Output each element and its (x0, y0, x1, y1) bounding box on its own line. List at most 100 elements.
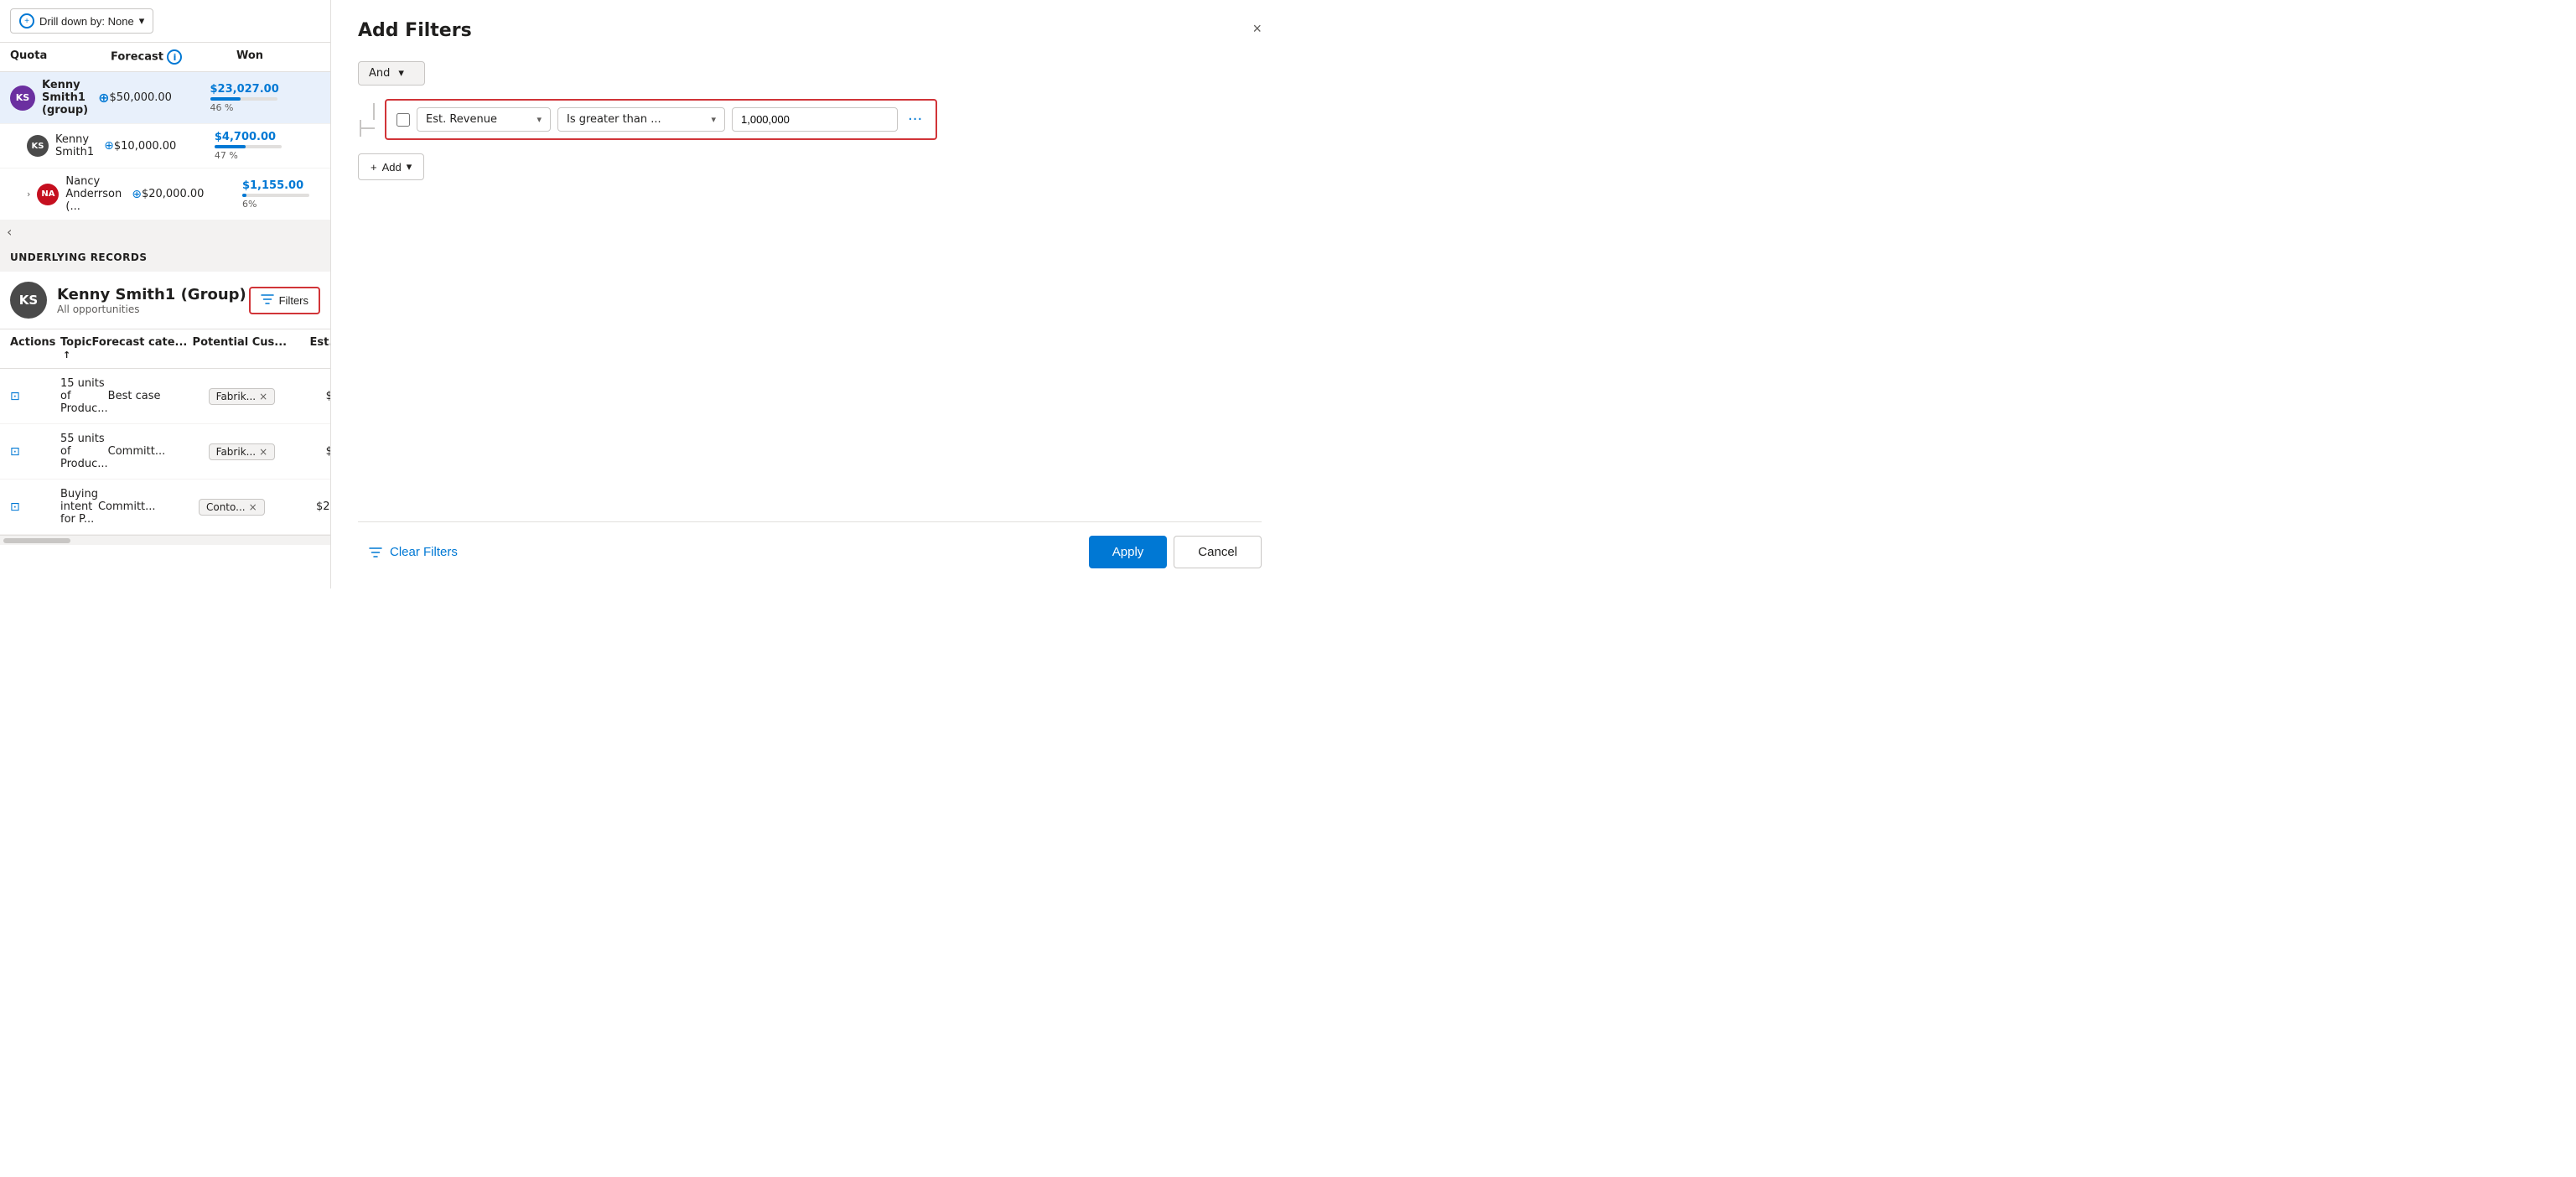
row-title: Nancy Anderrson (... (65, 175, 122, 213)
col-topic: Topic ↑ (60, 336, 92, 361)
forecast-cat-cell: Committ... (108, 445, 209, 458)
avatar: KS (10, 86, 35, 111)
open-record-icon[interactable]: ⊡ (10, 445, 20, 459)
filter-field-select[interactable]: Est. Revenue ▾ (417, 107, 551, 132)
bottom-actions: Clear Filters Apply Cancel (358, 521, 1262, 568)
filter-row: Est. Revenue ▾ Is greater than ... ▾ ··· (385, 99, 937, 140)
underlying-table-header: Actions Topic ↑ Forecast cate... Potenti… (0, 329, 330, 369)
forecast-cat-cell: Committ... (98, 500, 199, 513)
forecast-cell: $23,027.00 46 % (210, 83, 332, 113)
close-button[interactable]: × (1246, 17, 1268, 41)
open-record-icon[interactable]: ⊡ (10, 390, 20, 403)
row-title: Kenny Smith1 (group) (42, 79, 88, 117)
add-icon[interactable]: ⊕ (98, 90, 109, 106)
forecast-cell: $4,700.00 47 % (215, 131, 331, 161)
col-header-won: Won (236, 49, 320, 65)
table-row: ⊡ 15 units of Produc... Best case Fabrik… (0, 369, 330, 424)
forecast-cell: $1,155.00 6% (242, 179, 331, 210)
filter-value-input[interactable] (732, 107, 898, 132)
and-dropdown[interactable]: And ▾ (358, 61, 425, 86)
potential-cus-cell: Fabrik... × (209, 443, 326, 460)
quota-cell: $20,000.00 (142, 188, 242, 200)
table-row: ⊡ Buying intent for P... Committ... Cont… (0, 480, 330, 535)
filter-operator-label: Is greater than ... (567, 113, 661, 126)
group-header: KS Kenny Smith1 (Group) All opportunitie… (0, 272, 330, 329)
sort-icon[interactable]: ↑ (63, 350, 70, 360)
filters-button-label: Filters (279, 294, 308, 307)
quota-cell: $10,000.00 (114, 140, 215, 153)
chip-remove-icon[interactable]: × (259, 391, 267, 402)
group-avatar: KS (10, 282, 47, 319)
filter-row-wrapper: Est. Revenue ▾ Is greater than ... ▾ ··· (358, 99, 1262, 140)
filter-icon (261, 293, 274, 309)
scroll-left-icon[interactable]: ‹ (7, 224, 12, 240)
group-subtitle: All opportunities (57, 303, 246, 315)
add-icon[interactable]: ⊕ (132, 188, 142, 201)
main-table-header: Quota Forecast i Won (0, 43, 330, 72)
panel-title: Add Filters (358, 20, 1262, 41)
filter-icon (368, 545, 383, 560)
chip-remove-icon[interactable]: × (259, 446, 267, 458)
filter-field-label: Est. Revenue (426, 113, 497, 126)
filters-button[interactable]: Filters (249, 287, 320, 314)
potential-cus-cell: Fabrik... × (209, 388, 326, 405)
drill-down-button[interactable]: + Drill down by: None ▾ (10, 8, 153, 34)
scrollbar-thumb[interactable] (3, 538, 70, 543)
table-row[interactable]: KS Kenny Smith1 (group) ⊕ $50,000.00 $23… (0, 72, 330, 124)
potential-cus-cell: Conto... × (199, 499, 316, 516)
row-name: KS Kenny Smith1 ⊕ (10, 133, 114, 158)
chevron-down-icon: ▾ (407, 160, 412, 174)
row-name: › NA Nancy Anderrson (... ⊕ (10, 175, 142, 213)
left-panel: + Drill down by: None ▾ Quota Forecast i… (0, 0, 331, 588)
scroll-indicator: ‹ (0, 220, 330, 243)
topic-cell: Buying intent for P... (60, 488, 98, 526)
filter-operator-select[interactable]: Is greater than ... ▾ (557, 107, 725, 132)
horizontal-scrollbar[interactable] (0, 535, 330, 545)
row-name: KS Kenny Smith1 (group) ⊕ (10, 79, 110, 117)
drill-down-bar: + Drill down by: None ▾ (0, 0, 330, 43)
and-label: And (369, 67, 390, 80)
open-record-icon[interactable]: ⊡ (10, 500, 20, 514)
group-title: Kenny Smith1 (Group) (57, 286, 246, 303)
col-actions: Actions (10, 336, 60, 361)
more-options-icon[interactable]: ··· (904, 111, 925, 128)
filter-checkbox[interactable] (397, 113, 410, 127)
col-forecast-cat: Forecast cate... (92, 336, 193, 361)
add-icon: + (371, 161, 377, 174)
table-row: ⊡ 55 units of Produc... Committ... Fabri… (0, 424, 330, 480)
col-header-quota: Quota (10, 49, 111, 65)
chevron-down-icon: ▾ (398, 67, 404, 80)
chevron-down-icon: ▾ (711, 114, 716, 125)
est-revenue-cell: $2,804.00 (316, 500, 331, 513)
drill-down-circle-icon: + (19, 13, 34, 29)
chevron-down-icon: ▾ (139, 14, 145, 28)
filter-section: And ▾ Est. Revenue (358, 61, 1262, 521)
chip-remove-icon[interactable]: × (249, 501, 257, 513)
table-row[interactable]: KS Kenny Smith1 ⊕ $10,000.00 $4,700.00 4… (0, 124, 330, 169)
topic-cell: 55 units of Produc... (60, 433, 108, 470)
forecast-cat-cell: Best case (108, 390, 209, 402)
avatar: NA (37, 184, 59, 205)
add-button-label: Add (382, 161, 402, 174)
group-info: Kenny Smith1 (Group) All opportunities (57, 286, 246, 315)
connector (358, 103, 375, 137)
topic-cell: 15 units of Produc... (60, 377, 108, 415)
forecast-info-icon[interactable]: i (167, 49, 182, 65)
clear-filters-label: Clear Filters (390, 545, 458, 559)
apply-button[interactable]: Apply (1089, 536, 1168, 568)
clear-filters-button[interactable]: Clear Filters (358, 538, 468, 567)
table-row[interactable]: › NA Nancy Anderrson (... ⊕ $20,000.00 $… (0, 169, 330, 220)
col-header-forecast: Forecast i (111, 49, 236, 65)
row-title: Kenny Smith1 (55, 133, 94, 158)
col-est-revenue: Est. Revenue (310, 336, 331, 361)
cancel-button[interactable]: Cancel (1174, 536, 1262, 568)
add-filter-button[interactable]: + Add ▾ (358, 153, 424, 180)
right-panel: Add Filters × And ▾ (331, 0, 1288, 588)
quota-cell: $50,000.00 (110, 91, 210, 104)
avatar: KS (27, 135, 49, 157)
chevron-down-icon: ▾ (536, 114, 542, 125)
expand-arrow-icon[interactable]: › (27, 189, 30, 200)
add-icon[interactable]: ⊕ (104, 139, 114, 153)
drill-down-label: Drill down by: None (39, 15, 134, 28)
action-buttons: Apply Cancel (1089, 536, 1262, 568)
